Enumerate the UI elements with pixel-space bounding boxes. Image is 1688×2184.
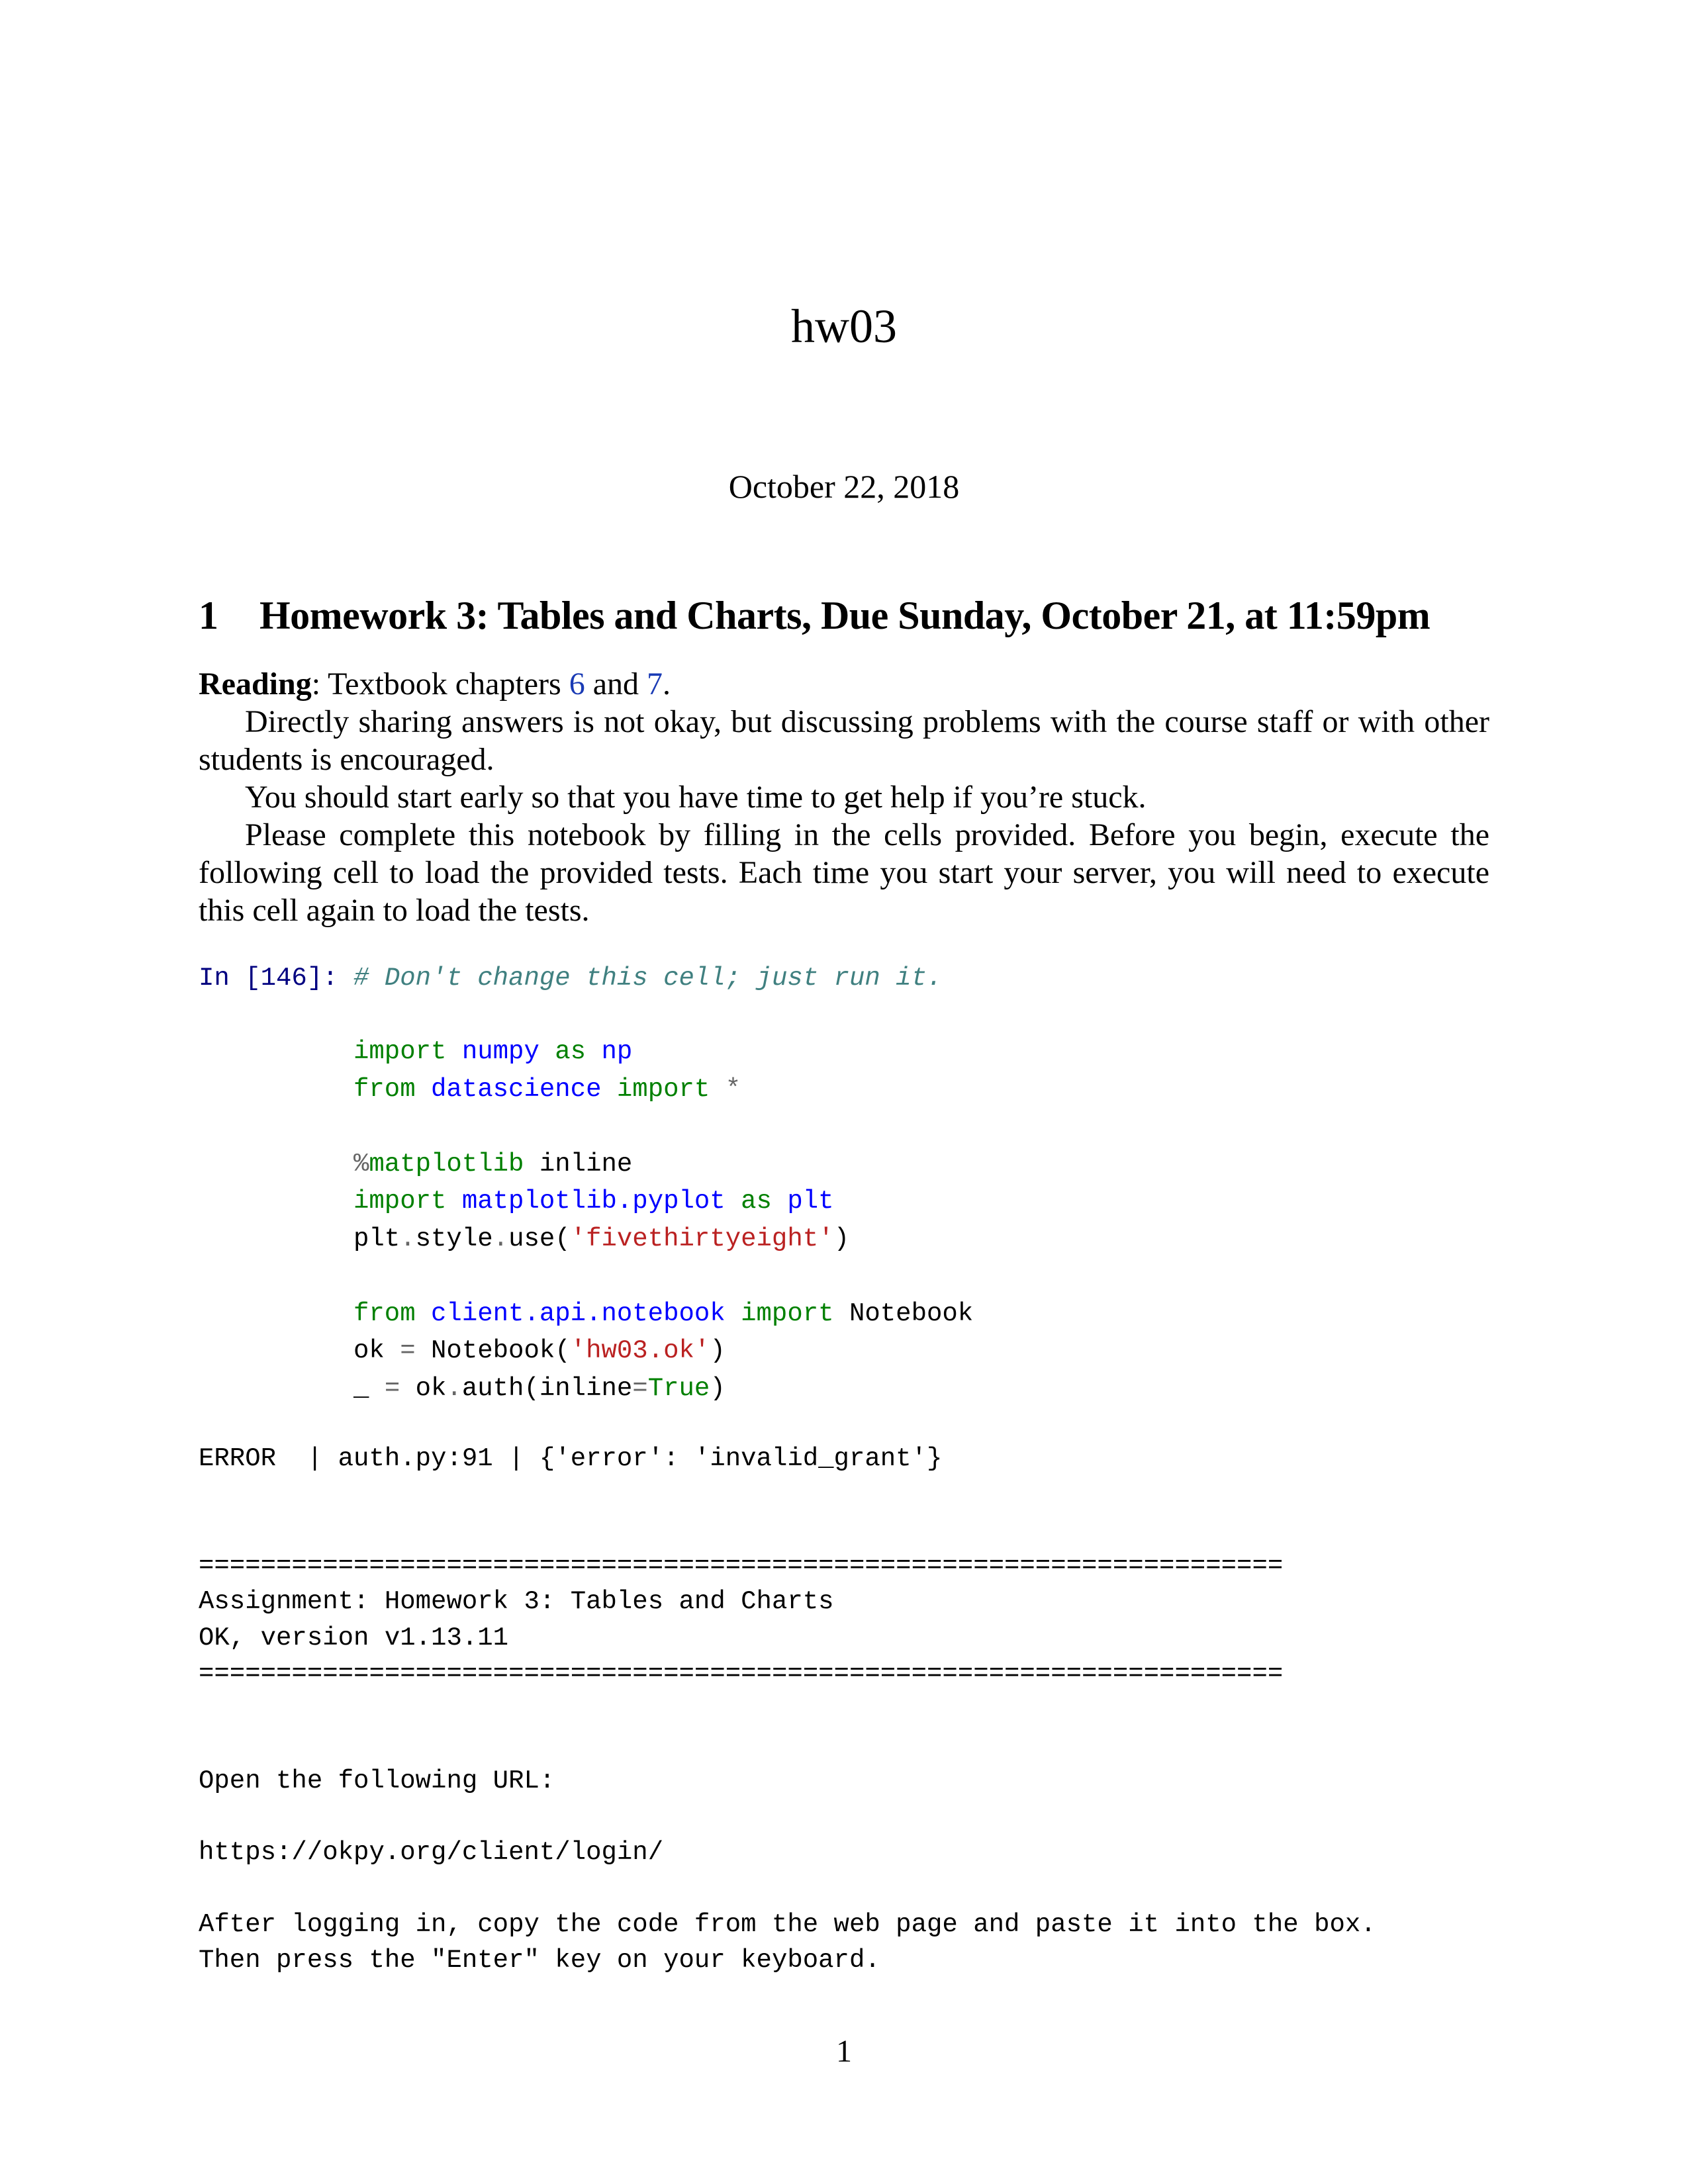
code-line-blank: ​ (353, 1257, 973, 1295)
intro-text: Reading: Textbook chapters 6 and 7. Dire… (199, 665, 1489, 929)
code-token: Notebook (849, 1298, 974, 1328)
code-token: % (353, 1149, 369, 1179)
cell-prompt: In [146]: (199, 964, 338, 993)
code-line-blank: ​ (353, 1108, 973, 1146)
code-token: 'hw03.ok' (570, 1336, 710, 1365)
code-token: _ (353, 1373, 369, 1403)
code-token: from (353, 1074, 416, 1104)
code-token: np (601, 1037, 633, 1066)
code-token: auth(inline (461, 1373, 633, 1403)
code-token: matplotlib (369, 1149, 524, 1179)
open-url-prompt: Open the following URL: (199, 1766, 555, 1796)
login-instruction: After logging in, copy the code from the… (199, 1910, 1376, 1939)
code-token: = (632, 1373, 648, 1403)
code-token: as (555, 1037, 586, 1066)
code-token: ) (710, 1336, 726, 1365)
version-line: OK, version v1.13.11 (199, 1623, 509, 1653)
code-token: ) (833, 1224, 849, 1253)
code-token: use( (508, 1224, 571, 1253)
code-comment: # Don't change this cell; just run it. (353, 964, 943, 993)
policy-paragraph: Directly sharing answers is not okay, bu… (199, 704, 1489, 777)
code-token: inline (539, 1149, 633, 1179)
code-cell-body: import numpy as np from datascience impor… (353, 1033, 973, 1407)
chapter-6-link[interactable]: 6 (569, 666, 585, 702)
page-number: 1 (836, 2034, 852, 2069)
code-token: import (353, 1187, 447, 1216)
code-token: style (415, 1224, 493, 1253)
error-output: ERROR | auth.py:91 | {'error': 'invalid_… (199, 1444, 943, 1473)
code-token: ok (415, 1373, 447, 1403)
code-token: client.api.notebook (431, 1298, 726, 1328)
section-heading: 1 Homework 3: Tables and Charts, Due Sund… (199, 592, 1430, 639)
login-url[interactable]: https://okpy.org/client/login/ (199, 1834, 663, 1871)
code-token: from (353, 1298, 416, 1328)
reading-text: : Textbook chapters (311, 666, 569, 702)
code-line: ok = Notebook('hw03.ok') (353, 1332, 973, 1370)
code-token: = (384, 1373, 400, 1403)
reading-paragraph: Reading: Textbook chapters 6 and 7. (199, 665, 1489, 703)
code-token: import (353, 1037, 447, 1066)
instructions-paragraph: Please complete this notebook by filling… (199, 817, 1489, 928)
reading-text: . (663, 666, 671, 702)
code-token: * (725, 1074, 741, 1104)
reading-text: and (585, 666, 647, 702)
chapter-7-link[interactable]: 7 (647, 666, 663, 702)
code-token: = (400, 1336, 416, 1365)
code-line: from datascience import * (353, 1071, 973, 1109)
code-token: 'fivethirtyeight' (570, 1224, 834, 1253)
code-token: ) (710, 1373, 726, 1403)
code-token: . (492, 1224, 509, 1253)
code-token: matplotlib.pyplot (461, 1187, 726, 1216)
code-line: import numpy as np (353, 1033, 973, 1071)
code-token: as (741, 1187, 772, 1216)
code-token: . (400, 1224, 416, 1253)
code-token: numpy (461, 1037, 539, 1066)
code-token: ok (353, 1336, 385, 1365)
code-token: plt (787, 1187, 834, 1216)
document-date: October 22, 2018 (728, 468, 960, 505)
code-line: _ = ok.auth(inline=True) (353, 1370, 973, 1408)
code-cell-header: In [146]: # Don't change this cell; just… (199, 960, 942, 997)
section-number: 1 (199, 594, 218, 637)
code-token: Notebook( (431, 1336, 571, 1365)
code-line: import matplotlib.pyplot as plt (353, 1183, 973, 1220)
section-title: Homework 3: Tables and Charts, Due Sunda… (259, 594, 1430, 637)
code-line: from client.api.notebook import Notebook (353, 1295, 973, 1333)
code-token: . (446, 1373, 462, 1403)
reading-label: Reading (199, 666, 312, 702)
code-token: datascience (431, 1074, 602, 1104)
code-line: plt.style.use('fivethirtyeight') (353, 1220, 973, 1258)
code-line: %matplotlib inline (353, 1146, 973, 1183)
login-instruction: Then press the "Enter" key on your keybo… (199, 1946, 880, 1975)
start-early-paragraph: You should start early so that you have … (245, 780, 1147, 815)
document-title: hw03 (791, 300, 897, 353)
code-token: import (616, 1074, 710, 1104)
output-separator: ========================================… (199, 1551, 1284, 1580)
code-token: import (741, 1298, 834, 1328)
code-token: True (647, 1373, 710, 1403)
code-token: plt (353, 1224, 400, 1253)
assignment-line: Assignment: Homework 3: Tables and Chart… (199, 1587, 834, 1616)
output-separator: ========================================… (199, 1659, 1284, 1688)
